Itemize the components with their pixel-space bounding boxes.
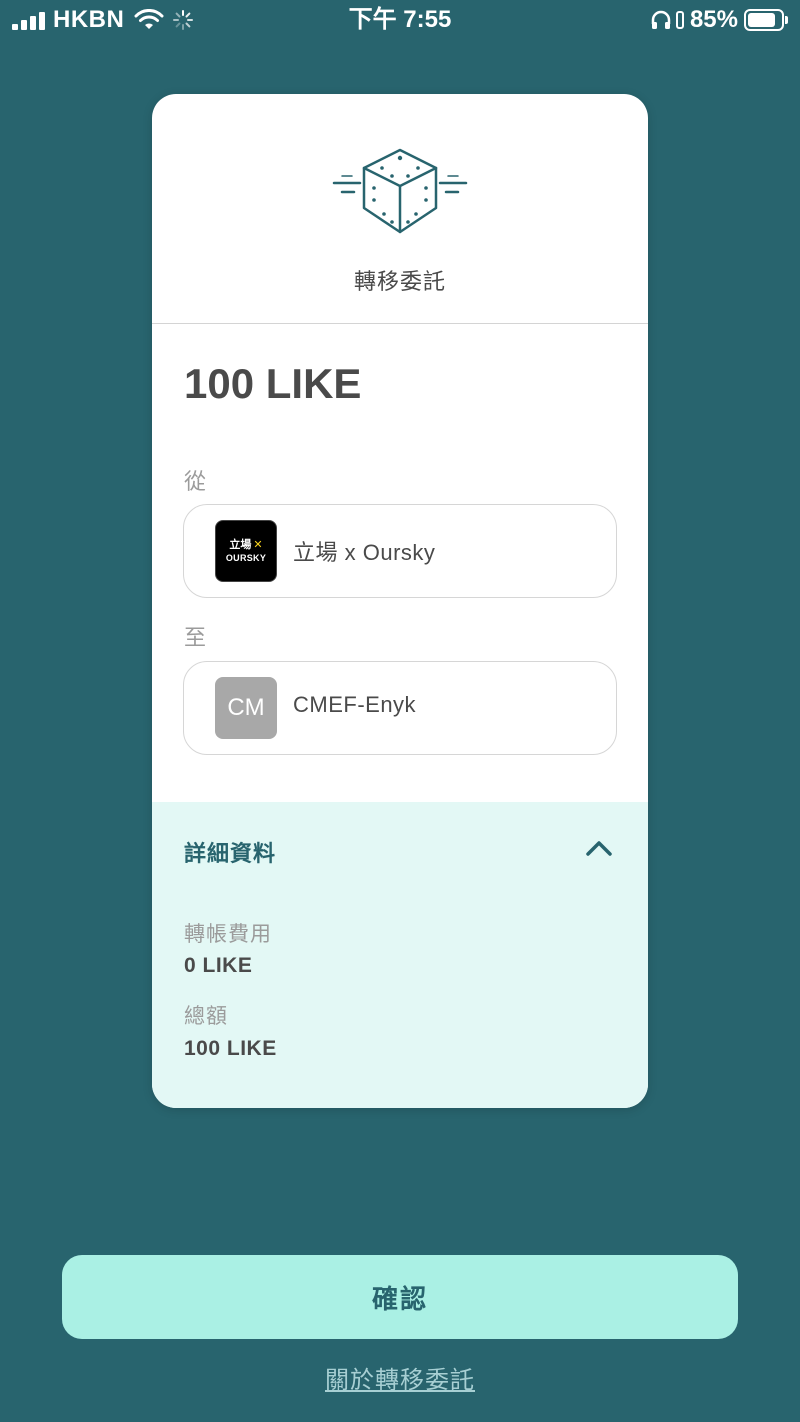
to-label: 至: [184, 625, 207, 650]
details-toggle-label[interactable]: 詳細資料: [184, 836, 276, 868]
battery-icon: [744, 9, 788, 31]
fee-label: 轉帳費用: [184, 923, 272, 946]
to-account: CM CMEF-Enyk: [183, 661, 617, 755]
from-account-logo: 立場 ✕ OURSKY: [215, 520, 277, 582]
from-label: 從: [184, 469, 207, 494]
total-label: 總額: [184, 1005, 228, 1028]
card-header: 轉移委託: [152, 94, 648, 324]
transfer-amount: 100 LIKE: [184, 360, 362, 407]
to-account-avatar: CM: [215, 677, 277, 739]
logo-x-mark: ✕: [253, 539, 263, 551]
confirm-button[interactable]: 確認: [62, 1255, 738, 1339]
details-section: 詳細資料 轉帳費用 0 LIKE 總額 100 LIKE: [152, 802, 648, 1108]
orientation-lock-icon: [675, 11, 684, 29]
about-link[interactable]: 關於轉移委託: [0, 1360, 800, 1395]
chevron-up-icon[interactable]: [584, 838, 614, 858]
battery-percentage: 85%: [689, 6, 738, 33]
logo-text-standnews: 立場: [229, 539, 252, 551]
fee-value: 0 LIKE: [184, 954, 253, 977]
card-title: 轉移委託: [353, 269, 446, 294]
headphones-icon: [651, 10, 671, 29]
logo-text-oursky: OURSKY: [225, 553, 267, 563]
cube-transfer-icon: [332, 148, 468, 234]
status-bar: HKBN 下午 7:55 85%: [0, 0, 800, 40]
to-account-name: CMEF-Enyk: [293, 692, 417, 717]
from-account: 立場 ✕ OURSKY 立場 x Oursky: [183, 504, 617, 598]
from-account-name: 立場 x Oursky: [293, 540, 436, 565]
transfer-card: 轉移委託 100 LIKE 從 立場 ✕ OURSKY 立場 x Oursky 至…: [152, 94, 648, 1108]
total-value: 100 LIKE: [184, 1037, 277, 1060]
